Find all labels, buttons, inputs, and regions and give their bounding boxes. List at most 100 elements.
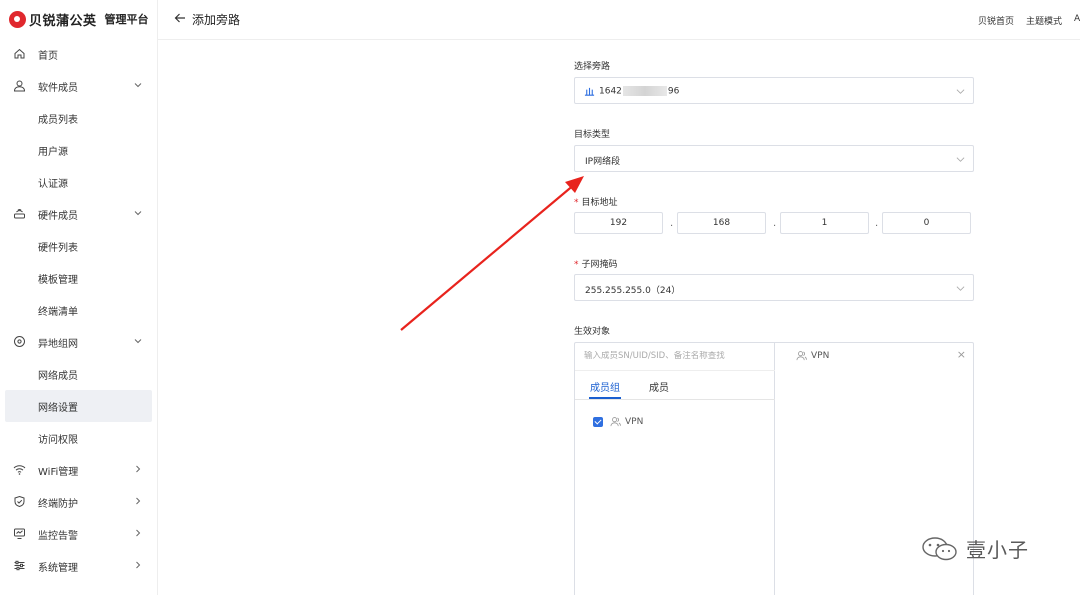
subnet-mask-value: 255.255.255.0（24） — [585, 286, 681, 296]
bypass-value: 1642 96 — [599, 86, 680, 97]
chevron-down-icon — [956, 157, 965, 162]
close-icon[interactable]: × — [957, 348, 966, 361]
tab-member[interactable]: 成员 — [649, 379, 669, 394]
user-icon — [13, 80, 26, 92]
sidebar-item-label: 首页 — [38, 50, 58, 62]
chevron-down-icon — [956, 286, 965, 291]
shield-icon — [14, 495, 25, 508]
target-type-value: IP网络段 — [585, 157, 621, 167]
home-link[interactable]: 贝锐首页 — [978, 14, 1014, 27]
chevron-right-icon — [136, 561, 141, 569]
effective-target-label: 生效对象 — [574, 327, 611, 337]
theme-mode-link[interactable]: 主题模式 — [1026, 14, 1062, 27]
target-address-label: * 目标地址 — [574, 198, 618, 208]
ip-octet-1[interactable]: 192 — [574, 212, 663, 234]
sidebar-item-8[interactable]: 终端清单 — [0, 294, 157, 326]
home-icon — [14, 48, 25, 59]
sidebar-item-label: 访问权限 — [38, 434, 78, 446]
tab-member-group[interactable]: 成员组 — [590, 379, 620, 394]
sidebar-item-2[interactable]: 成员列表 — [0, 102, 157, 134]
sidebar-item-label: 终端防护 — [38, 498, 78, 510]
selected-label: VPN — [811, 350, 830, 361]
member-search-input[interactable] — [584, 351, 769, 361]
brand[interactable]: 贝锐蒲公英 管理平台 — [0, 0, 157, 38]
member-search — [575, 343, 775, 371]
target-type-label: 目标类型 — [574, 130, 611, 140]
settings-icon — [14, 560, 25, 571]
brand-name: 贝锐蒲公英 — [29, 13, 97, 29]
subnet-mask-select[interactable]: 255.255.255.0（24） — [574, 274, 974, 301]
sidebar-item-11[interactable]: 网络设置 — [5, 390, 152, 422]
sidebar-item-label: 网络成员 — [38, 370, 78, 382]
sidebar-menu: 首页软件成员 成员列表用户源认证源硬件成员硬件列表模板管理终端清单异地组网网络成员… — [0, 38, 157, 582]
watermark-text: 壹小子 — [966, 538, 1029, 562]
sidebar-item-4[interactable]: 认证源 — [0, 166, 157, 198]
bypass-select[interactable]: 1642 96 — [574, 77, 974, 104]
page-title: 添加旁路 — [192, 13, 241, 27]
brand-subtitle: 管理平台 — [104, 13, 149, 26]
chevron-right-icon — [136, 529, 141, 537]
chevron-down-icon — [134, 339, 142, 344]
sidebar-item-16[interactable]: 系统管理 — [0, 550, 157, 582]
required-mark: * — [574, 198, 579, 208]
sidebar-item-label: WiFi管理 — [38, 466, 79, 478]
watermark: 壹小子 — [920, 534, 1029, 563]
sidebar: 贝锐蒲公英 管理平台 首页软件成员 成员列表用户源认证源硬件成员硬件列表模板管理终… — [0, 0, 158, 595]
sidebar-item-label: 硬件成员 — [38, 210, 78, 222]
sidebar-item-label: 系统管理 — [38, 562, 78, 574]
sidebar-item-label: 终端清单 — [38, 306, 78, 318]
subnet-mask-label: * 子网掩码 — [574, 260, 618, 270]
ip-octet-2[interactable]: 168 — [677, 212, 766, 234]
sidebar-item-7[interactable]: 模板管理 — [0, 262, 157, 294]
sidebar-item-10[interactable]: 网络成员 — [0, 358, 157, 390]
sidebar-item-label: 模板管理 — [38, 274, 78, 286]
wifi-icon — [13, 465, 26, 475]
router-icon — [584, 87, 595, 96]
ip-dot: . — [773, 218, 777, 229]
option-label: VPN — [625, 416, 644, 427]
user-group-icon — [796, 351, 807, 361]
required-mark: * — [574, 260, 579, 270]
list-item[interactable]: VPN — [593, 416, 643, 427]
chevron-down-icon — [134, 83, 142, 88]
sidebar-item-label: 认证源 — [38, 178, 68, 190]
account-link[interactable]: A — [1074, 14, 1080, 27]
sidebar-item-label: 监控告警 — [38, 530, 78, 542]
ip-dot: . — [875, 218, 879, 229]
back-arrow-icon[interactable] — [174, 12, 186, 24]
sidebar-item-15[interactable]: 监控告警 — [0, 518, 157, 550]
sidebar-item-label: 网络设置 — [38, 402, 78, 414]
sidebar-item-5[interactable]: 硬件成员 — [0, 198, 157, 230]
sidebar-item-1[interactable]: 软件成员 — [0, 70, 157, 102]
sidebar-item-14[interactable]: 终端防护 — [0, 486, 157, 518]
network-icon — [14, 336, 25, 347]
user-group-icon — [610, 417, 621, 427]
router-icon — [14, 209, 25, 219]
sidebar-item-6[interactable]: 硬件列表 — [0, 230, 157, 262]
sidebar-item-9[interactable]: 异地组网 — [0, 326, 157, 358]
sidebar-item-0[interactable]: 首页 — [0, 38, 157, 70]
header-links: 贝锐首页 主题模式 A — [978, 14, 1080, 27]
sidebar-item-13[interactable]: WiFi管理 — [0, 454, 157, 486]
chevron-right-icon — [136, 465, 141, 473]
selected-item: VPN — [796, 350, 829, 361]
chevron-down-icon — [134, 211, 142, 216]
effective-target-transfer: 成员组 成员 VPN VPN — [574, 342, 974, 595]
checkbox-checked[interactable] — [593, 416, 603, 427]
wechat-icon — [922, 536, 957, 560]
ip-octet-4[interactable]: 0 — [882, 212, 971, 234]
ip-octet-3[interactable]: 1 — [780, 212, 869, 234]
tab-indicator — [589, 397, 621, 399]
sidebar-item-3[interactable]: 用户源 — [0, 134, 157, 166]
ip-dot: . — [670, 218, 674, 229]
sidebar-item-label: 硬件列表 — [38, 242, 78, 254]
target-type-select[interactable]: IP网络段 — [574, 145, 974, 172]
chevron-down-icon — [956, 89, 965, 94]
sidebar-item-label: 用户源 — [38, 146, 68, 158]
monitor-icon — [14, 528, 25, 539]
sidebar-item-12[interactable]: 访问权限 — [0, 422, 157, 454]
bypass-label: 选择旁路 — [574, 62, 611, 72]
chevron-right-icon — [136, 497, 141, 505]
ip-address-row: 192 . 168 . 1 . 0 — [574, 212, 974, 234]
logo-icon — [9, 10, 26, 28]
